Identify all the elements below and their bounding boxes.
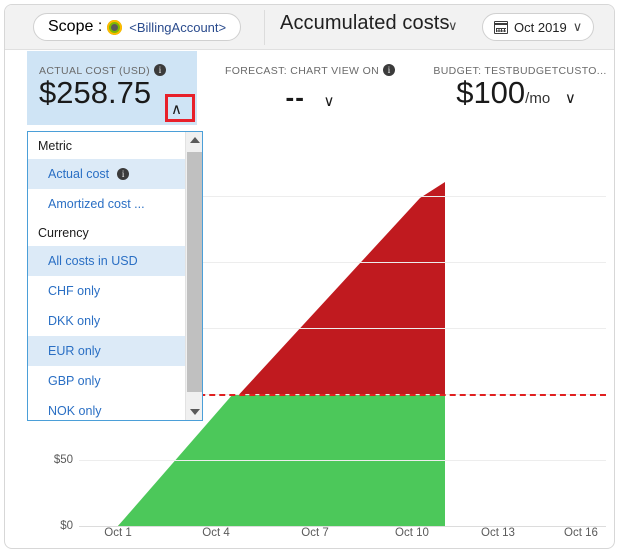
x-tick-label: Oct 1 [104,527,132,539]
metric-currency-dropdown[interactable]: Metric Actual cost i Amortized cost ... Curr… [27,131,203,421]
dropdown-item-label: Actual cost [48,167,110,181]
gridline [79,460,606,461]
scope-value: <BillingAccount> [129,19,227,35]
budget-period: /mo [525,90,551,107]
x-tick-label: Oct 13 [481,527,515,539]
forecast-value-text: -- [285,82,305,112]
dropdown-list[interactable]: Metric Actual cost i Amortized cost ... Curr… [28,132,186,420]
dropdown-item[interactable]: All costs in USD [28,246,186,276]
dropdown-item[interactable]: EUR only [28,336,186,366]
x-tick-label: Oct 4 [202,527,230,539]
scope-label: Scope : [48,18,103,35]
dropdown-group-header: Metric [28,132,186,159]
scroll-down-button[interactable] [186,403,202,420]
dropdown-item[interactable]: GBP only [28,366,186,396]
x-tick-label: Oct 16 [564,527,598,539]
dropdown-item[interactable]: Actual cost i [28,159,186,189]
dropdown-item-label: EUR only [48,344,101,358]
scroll-up-button[interactable] [186,132,202,149]
view-title: Accumulated costs [280,12,450,34]
date-chevron-down-icon: ∨ [572,19,583,34]
kpi-forecast[interactable]: FORECAST: CHART VIEW ON i -- ∨ [205,51,415,125]
kpi-forecast-value: -- ∨ [205,80,415,111]
dropdown-group-header: Currency [28,219,186,246]
x-tick-label: Oct 7 [301,527,329,539]
command-bar: Scope : <BillingAccount> Accumulated cos… [5,5,614,50]
y-tick-label: $0 [60,520,73,532]
divider [264,10,265,45]
forecast-chevron-down-icon[interactable]: ∨ [323,93,334,110]
calendar-icon [494,20,508,34]
kpi-budget[interactable]: BUDGET: TESTBUDGETCUSTO... $100/mo ∨ [425,51,614,125]
dropdown-item[interactable]: Amortized cost ... [28,189,186,219]
dropdown-item[interactable]: CHF only [28,276,186,306]
budget-amount: $100 [456,75,526,110]
kpi-forecast-label: FORECAST: CHART VIEW ON [224,65,380,77]
dropdown-item-label: Amortized cost ... [48,197,145,211]
subscription-icon [107,19,123,35]
info-icon[interactable]: i [117,168,130,180]
triangle-down-icon [189,409,200,415]
dropdown-item-label: DKK only [48,314,101,328]
info-icon[interactable]: i [153,64,166,76]
dropdown-item-label: NOK only [48,404,102,418]
view-chevron-down-icon[interactable]: ∨ [448,18,458,34]
dropdown-item[interactable]: DKK only [28,306,186,336]
y-tick-label: $50 [53,454,73,466]
dropdown-scrollbar[interactable] [185,132,202,420]
dropdown-item-label: CHF only [48,284,101,298]
x-tick-label: Oct 10 [395,527,429,539]
dropdown-item[interactable]: NOK only [28,396,186,420]
kpi-actual-cost-value: $258.75 [39,75,152,110]
triangle-up-icon [189,137,200,143]
dropdown-item-label: All costs in USD [48,254,138,268]
scope-selector[interactable]: Scope : <BillingAccount> [33,13,242,41]
actual-cost-chevron-up-icon[interactable]: ∧ [171,100,182,118]
scrollbar-thumb[interactable] [187,152,202,392]
cost-analysis-panel: Scope : <BillingAccount> Accumulated cos… [4,4,615,549]
info-icon[interactable]: i [383,64,396,76]
budget-chevron-down-icon[interactable]: ∨ [565,90,576,107]
kpi-budget-value: $100/mo ∨ [425,77,607,108]
date-range-selector[interactable]: Oct 2019 ∨ [482,13,595,41]
dropdown-item-label: GBP only [48,374,101,388]
date-range-value: Oct 2019 [514,19,567,35]
